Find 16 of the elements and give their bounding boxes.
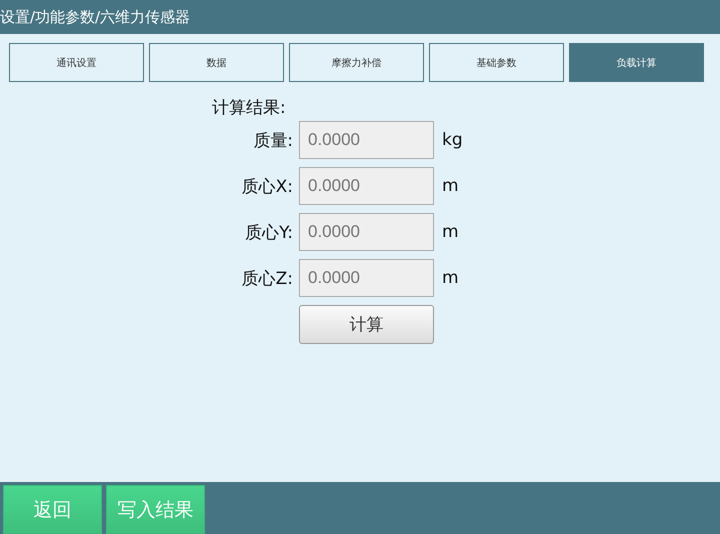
calculate-button[interactable]: 计算	[299, 305, 434, 344]
page-title: 设置/功能参数/六维力传感器	[0, 8, 190, 26]
tab[interactable]: 摩擦力补偿	[289, 43, 424, 82]
tab[interactable]: 基础参数	[429, 43, 564, 82]
field-label: 质心Z:	[240, 268, 293, 290]
unit-label: m	[441, 222, 460, 242]
tab[interactable]: 负载计算	[569, 43, 704, 82]
unit-label: kg	[441, 130, 464, 150]
tab[interactable]: 通讯设置	[9, 43, 144, 82]
section-title: 计算结果:	[212, 97, 287, 120]
tab[interactable]: 数据	[149, 43, 284, 82]
field-label: 质心X:	[240, 176, 293, 198]
field-label: 质量:	[252, 130, 293, 152]
unit-label: m	[441, 176, 460, 196]
field-label: 质心Y:	[244, 222, 293, 244]
unit-label: m	[441, 268, 460, 288]
